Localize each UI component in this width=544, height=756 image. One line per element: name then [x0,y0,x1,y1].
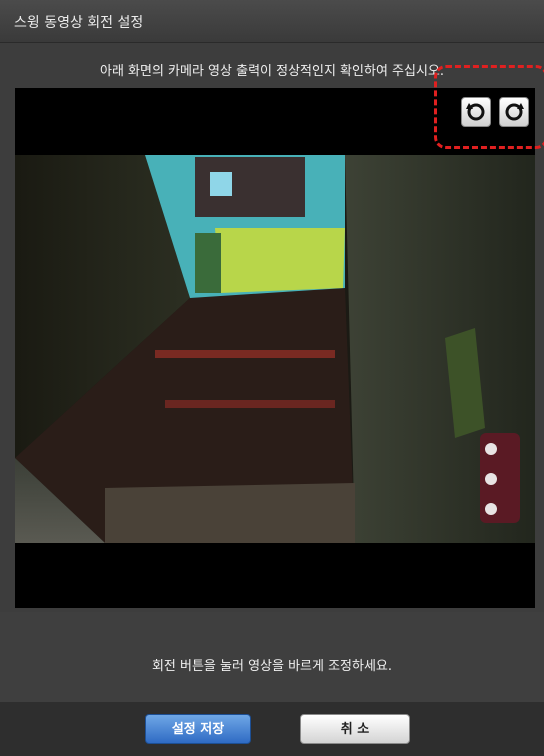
rotate-buttons-highlight [434,65,544,149]
save-settings-button[interactable]: 설정 저장 [145,714,251,744]
title-bar: 스윙 동영상 회전 설정 [0,0,544,43]
cancel-button[interactable]: 취 소 [300,714,410,744]
hint-text: 회전 버튼을 눌러 영상을 바르게 조정하세요. [151,659,393,674]
dialog-footer [0,702,544,756]
camera-video-preview [15,88,535,608]
video-frame-image [15,88,535,608]
video-rotation-dialog: 스윙 동영상 회전 설정 아래 화면의 카메라 영상 출력이 정상적인지 확인하… [0,0,544,756]
dialog-title: 스윙 동영상 회전 설정 [14,15,144,31]
